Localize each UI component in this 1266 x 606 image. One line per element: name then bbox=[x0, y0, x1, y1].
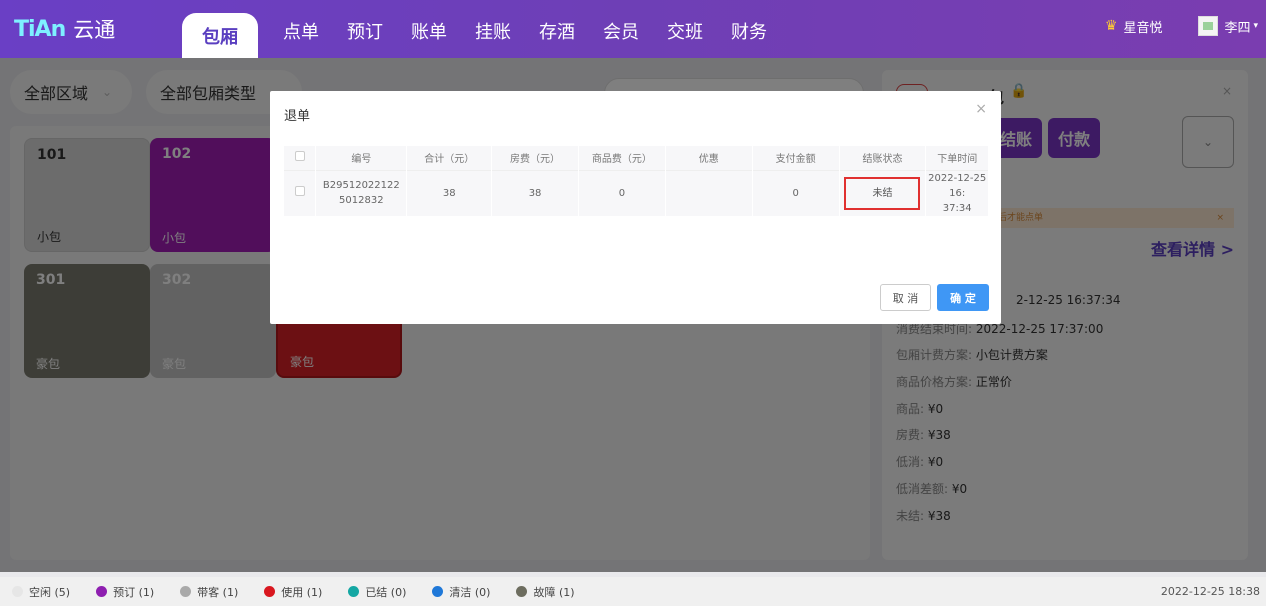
refund-dialog: 退单 × 编号 合计（元） 房费（元） 商品费（元） 优惠 支付金额 结账状态 … bbox=[270, 91, 1001, 324]
table-row[interactable]: B29512022122 5012832 38 38 0 0 未结 2022-12… bbox=[284, 169, 989, 216]
legend-item-in-use: 使用 (1) bbox=[264, 584, 322, 600]
close-icon[interactable]: × bbox=[975, 101, 987, 117]
nav-tab-wine-storage[interactable]: 存酒 bbox=[539, 18, 603, 44]
legend-item-fault: 故障 (1) bbox=[516, 584, 575, 600]
orders-table: 编号 合计（元） 房费（元） 商品费（元） 优惠 支付金额 结账状态 下单时间 … bbox=[284, 146, 989, 216]
column-header: 优惠 bbox=[665, 146, 753, 170]
status-dot bbox=[348, 586, 360, 597]
user-name[interactable]: 李四 bbox=[1224, 17, 1250, 36]
app-name: 云通 bbox=[73, 18, 116, 42]
crown-icon: ♛ bbox=[1104, 18, 1118, 34]
status-dot bbox=[12, 586, 23, 597]
select-all-checkbox[interactable] bbox=[294, 151, 305, 162]
column-header: 结账状态 bbox=[839, 146, 927, 170]
legend-label: 预订 (1) bbox=[113, 585, 155, 599]
order-id-line1: B29512022122 bbox=[322, 180, 400, 192]
legend-item-settled: 已结 (0) bbox=[348, 584, 406, 600]
status-dot bbox=[516, 586, 528, 597]
select-all-cell bbox=[284, 146, 317, 170]
user-area: ♛ 星音悦 李四 ▾ bbox=[1105, 16, 1258, 36]
status-dot bbox=[180, 586, 192, 597]
legend-item-guest: 带客 (1) bbox=[180, 584, 238, 600]
legend-label: 使用 (1) bbox=[281, 585, 323, 599]
table-header-row: 编号 合计（元） 房费（元） 商品费（元） 优惠 支付金额 结账状态 下单时间 bbox=[284, 146, 989, 170]
app-logo: TiAn 云通 bbox=[14, 12, 115, 46]
avatar[interactable] bbox=[1198, 16, 1219, 36]
goods-fee-cell: 0 bbox=[578, 169, 666, 216]
column-header: 商品费（元） bbox=[578, 146, 666, 170]
nav-tab-rooms[interactable]: 包厢 bbox=[182, 13, 258, 58]
nav-tab-bills[interactable]: 账单 bbox=[411, 18, 475, 44]
legend-label: 空闲 (5) bbox=[29, 585, 71, 599]
cancel-button[interactable]: 取 消 bbox=[880, 284, 931, 311]
column-header: 支付金额 bbox=[752, 146, 840, 170]
column-header: 合计（元） bbox=[406, 146, 493, 170]
chevron-down-icon[interactable]: ▾ bbox=[1253, 21, 1258, 31]
confirm-button[interactable]: 确 定 bbox=[937, 284, 989, 311]
status-dot bbox=[432, 586, 444, 597]
column-header: 下单时间 bbox=[925, 146, 989, 170]
status-dot bbox=[264, 586, 276, 597]
column-header: 编号 bbox=[315, 146, 408, 170]
legend-item-reserved: 预订 (1) bbox=[96, 584, 154, 600]
total-cell: 38 bbox=[406, 169, 493, 216]
nav-items: 点单 预订 账单 挂账 存酒 会员 交班 财务 bbox=[283, 18, 795, 44]
legend-label: 故障 (1) bbox=[533, 585, 575, 599]
nav-tab-finance[interactable]: 财务 bbox=[731, 18, 795, 44]
order-time-line2: 37:34 bbox=[942, 202, 972, 214]
column-header: 房费（元） bbox=[491, 146, 579, 170]
legend-label: 清洁 (0) bbox=[449, 585, 491, 599]
legend-label: 已结 (0) bbox=[365, 585, 407, 599]
order-time-cell: 2022-12-25 16: 37:34 bbox=[925, 169, 989, 216]
discount-cell bbox=[665, 169, 753, 216]
order-time-line1: 2022-12-25 16: bbox=[928, 172, 987, 199]
nav-tab-order[interactable]: 点单 bbox=[283, 18, 347, 44]
store-name[interactable]: 星音悦 bbox=[1123, 17, 1162, 36]
row-checkbox[interactable] bbox=[294, 185, 305, 196]
room-fee-cell: 38 bbox=[491, 169, 579, 216]
top-nav-bar: TiAn 云通 包厢 点单 预订 账单 挂账 存酒 会员 交班 财务 ♛ 星音悦… bbox=[0, 0, 1266, 58]
brand-mark: TiAn bbox=[14, 16, 66, 42]
legend-label: 带客 (1) bbox=[197, 585, 239, 599]
legend-item-cleaning: 清洁 (0) bbox=[432, 584, 490, 600]
paid-cell: 0 bbox=[752, 169, 840, 216]
status-badge: 未结 bbox=[844, 176, 921, 210]
nav-tab-shift[interactable]: 交班 bbox=[667, 18, 731, 44]
legend-item-idle: 空闲 (5) bbox=[12, 584, 70, 600]
order-id-line2: 5012832 bbox=[339, 195, 384, 207]
order-id-cell: B29512022122 5012832 bbox=[315, 169, 408, 216]
footer-time: 2022-12-25 18:38 bbox=[1160, 585, 1260, 598]
dialog-title: 退单 bbox=[284, 109, 311, 124]
row-select-cell bbox=[284, 169, 317, 216]
status-dot bbox=[96, 586, 108, 597]
nav-tab-credit[interactable]: 挂账 bbox=[475, 18, 539, 44]
nav-tab-members[interactable]: 会员 bbox=[603, 18, 667, 44]
status-cell: 未结 bbox=[839, 169, 927, 216]
nav-tab-reserve[interactable]: 预订 bbox=[347, 18, 411, 44]
status-legend: 空闲 (5) 预订 (1) 带客 (1) 使用 (1) 已结 (0) 清洁 (0… bbox=[0, 577, 1266, 606]
